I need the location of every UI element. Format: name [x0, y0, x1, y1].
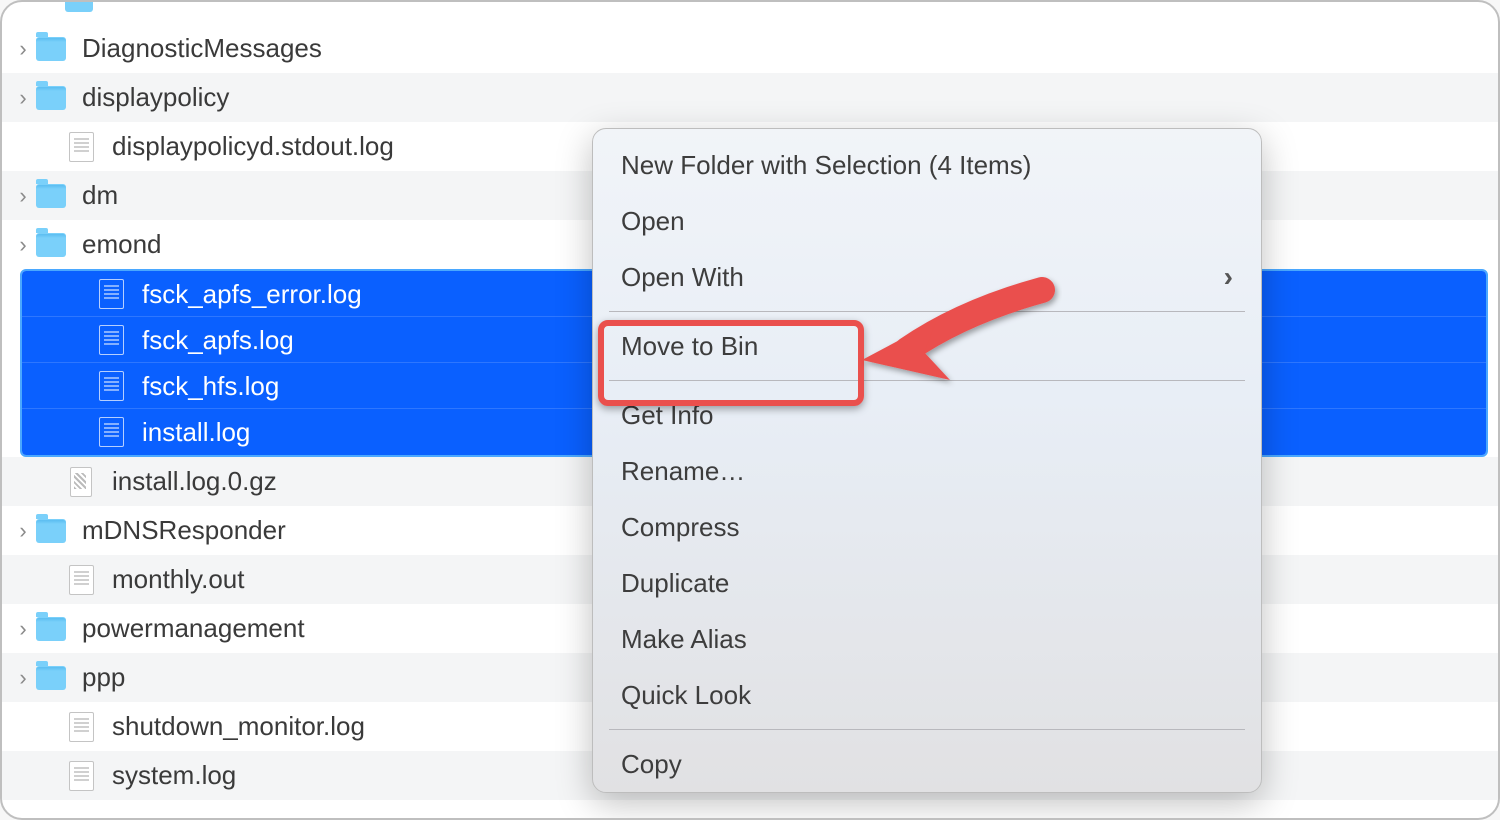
list-item[interactable]: › displaypolicy	[2, 73, 1498, 122]
menu-item-label: Compress	[621, 512, 739, 543]
menu-item-label: New Folder with Selection (4 Items)	[621, 150, 1031, 181]
item-name: monthly.out	[112, 564, 244, 595]
menu-item-label: Open With	[621, 262, 744, 293]
menu-item-label: Make Alias	[621, 624, 747, 655]
disclosure-chevron-icon[interactable]: ›	[14, 616, 32, 642]
menu-item-label: Duplicate	[621, 568, 729, 599]
folder-icon	[36, 516, 66, 546]
menu-item[interactable]: New Folder with Selection (4 Items)	[593, 137, 1261, 193]
item-name: install.log	[142, 417, 250, 448]
menu-item[interactable]: Get Info	[593, 387, 1261, 443]
document-icon	[66, 761, 96, 791]
folder-icon	[65, 2, 93, 12]
document-icon	[96, 279, 126, 309]
folder-icon	[36, 614, 66, 644]
disclosure-chevron-icon[interactable]: ›	[14, 183, 32, 209]
list-item	[2, 2, 1498, 24]
menu-item[interactable]: Open With ›	[593, 249, 1261, 305]
menu-separator	[609, 311, 1245, 312]
folder-icon	[36, 83, 66, 113]
menu-item[interactable]: Make Alias	[593, 611, 1261, 667]
document-icon	[66, 132, 96, 162]
item-name: mDNSResponder	[82, 515, 286, 546]
menu-separator	[609, 380, 1245, 381]
folder-icon	[36, 663, 66, 693]
menu-separator	[609, 729, 1245, 730]
folder-icon	[36, 34, 66, 64]
menu-item-label: Move to Bin	[621, 331, 758, 362]
item-name: displaypolicy	[82, 82, 229, 113]
disclosure-chevron-icon[interactable]: ›	[14, 518, 32, 544]
disclosure-chevron-icon[interactable]: ›	[14, 36, 32, 62]
item-name: install.log.0.gz	[112, 466, 277, 497]
menu-item-label: Get Info	[621, 400, 714, 431]
item-name: dm	[82, 180, 118, 211]
menu-item-label: Rename…	[621, 456, 745, 487]
menu-item[interactable]: Copy	[593, 736, 1261, 792]
menu-item[interactable]: Compress	[593, 499, 1261, 555]
document-icon	[96, 371, 126, 401]
item-name: DiagnosticMessages	[82, 33, 322, 64]
menu-item-label: Quick Look	[621, 680, 751, 711]
document-icon	[66, 565, 96, 595]
context-menu: New Folder with Selection (4 Items) Open O…	[592, 128, 1262, 793]
document-icon	[66, 712, 96, 742]
finder-window: › DiagnosticMessages › displaypolicy › displa…	[0, 0, 1500, 820]
item-name: fsck_apfs.log	[142, 325, 294, 356]
menu-item[interactable]: Open	[593, 193, 1261, 249]
document-icon	[96, 325, 126, 355]
menu-item[interactable]: Rename…	[593, 443, 1261, 499]
item-name: fsck_hfs.log	[142, 371, 279, 402]
chevron-right-icon: ›	[1224, 261, 1233, 293]
disclosure-chevron-icon[interactable]: ›	[14, 232, 32, 258]
item-name: emond	[82, 229, 162, 260]
menu-item[interactable]: Move to Bin	[593, 318, 1261, 374]
folder-icon	[36, 230, 66, 260]
folder-icon	[36, 181, 66, 211]
menu-item-label: Copy	[621, 749, 682, 780]
menu-item[interactable]: Quick Look	[593, 667, 1261, 723]
disclosure-chevron-icon[interactable]: ›	[14, 85, 32, 111]
item-name: displaypolicyd.stdout.log	[112, 131, 394, 162]
menu-item[interactable]: Duplicate	[593, 555, 1261, 611]
item-name: shutdown_monitor.log	[112, 711, 365, 742]
item-name: fsck_apfs_error.log	[142, 279, 362, 310]
item-name: powermanagement	[82, 613, 305, 644]
document-icon	[96, 417, 126, 447]
item-name: system.log	[112, 760, 236, 791]
list-item[interactable]: › DiagnosticMessages	[2, 24, 1498, 73]
menu-item-label: Open	[621, 206, 685, 237]
item-name: ppp	[82, 662, 125, 693]
disclosure-chevron-icon[interactable]: ›	[14, 665, 32, 691]
archive-icon	[66, 467, 96, 497]
